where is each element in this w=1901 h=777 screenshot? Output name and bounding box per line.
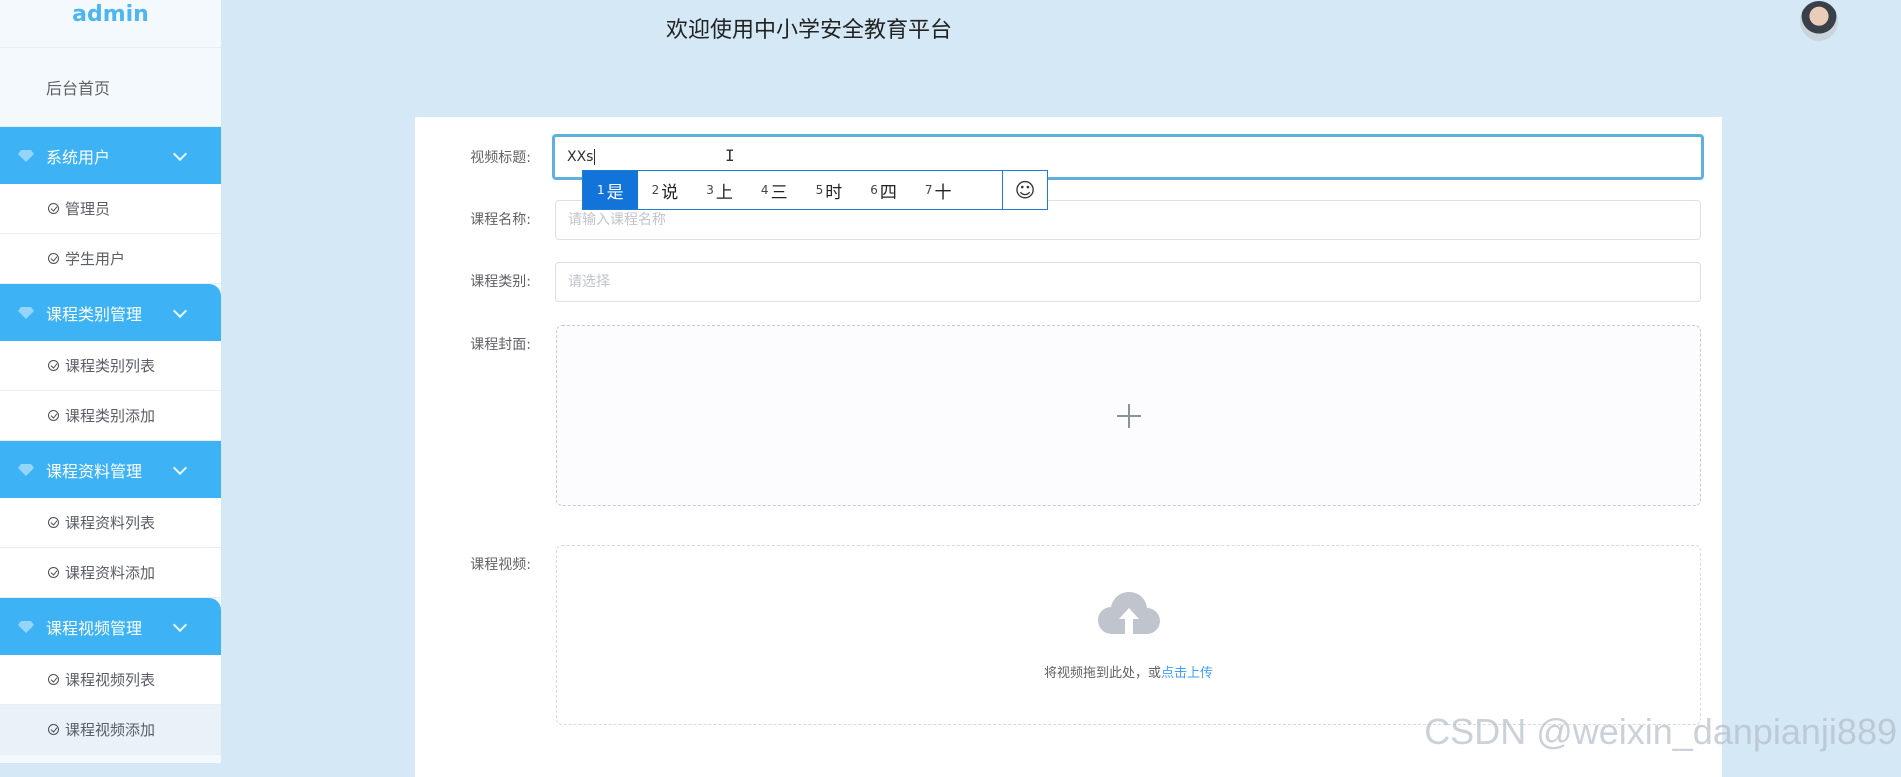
check-circle-icon xyxy=(48,567,59,578)
sidebar-item-label: 课程资料列表 xyxy=(65,514,156,532)
candidate-index: 1 xyxy=(597,183,605,197)
page-title: 欢迎使用中小学安全教育平台 xyxy=(666,18,953,43)
click-upload-link[interactable]: 点击上传 xyxy=(1161,666,1213,681)
check-circle-icon xyxy=(48,517,59,528)
course-name-placeholder: 请输入课程名称 xyxy=(568,212,666,228)
sidebar: admin 后台首页 系统用户 管理员 学生用户 课程类别管理 课程类别列表 课… xyxy=(0,0,221,763)
sidebar-group-label: 课程资料管理 xyxy=(46,461,143,481)
sidebar-item-category-list[interactable]: 课程类别列表 xyxy=(0,341,221,391)
video-title-label: 视频标题: xyxy=(470,150,531,166)
sidebar-group-label: 系统用户 xyxy=(46,147,111,167)
chevron-down-icon xyxy=(172,617,188,632)
ime-candidate[interactable]: 6四 xyxy=(856,171,911,209)
candidate-index: 4 xyxy=(760,183,769,197)
sidebar-item-student-users[interactable]: 学生用户 xyxy=(0,234,221,284)
candidate-text: 四 xyxy=(879,182,897,203)
sidebar-group-label: 课程类别管理 xyxy=(46,304,143,324)
sidebar-item-label: 课程类别列表 xyxy=(65,357,156,375)
chevron-down-icon xyxy=(172,460,188,475)
candidate-index: 2 xyxy=(651,183,660,197)
sidebar-item-label: 课程视频添加 xyxy=(65,721,156,739)
cover-upload-box[interactable] xyxy=(556,325,1701,506)
candidate-index: 5 xyxy=(815,183,824,197)
ime-candidate[interactable]: 1是 xyxy=(583,171,638,209)
sidebar-group-course-material[interactable]: 课程资料管理 xyxy=(0,441,221,498)
candidate-text: 十 xyxy=(934,182,952,203)
gem-icon xyxy=(18,306,34,319)
emoji-icon[interactable]: ☺ xyxy=(1002,171,1047,209)
sidebar-item-home[interactable]: 后台首页 xyxy=(0,48,221,127)
watermark: CSDN @weixin_danpianji889 xyxy=(1424,711,1897,752)
chevron-down-icon xyxy=(172,146,188,161)
ime-candidate[interactable]: 5时 xyxy=(802,171,857,209)
sidebar-item-video-add[interactable]: 课程视频添加 xyxy=(0,705,221,755)
brand-logo: admin xyxy=(0,0,221,48)
course-type-select[interactable]: 请选择 xyxy=(555,262,1701,302)
check-circle-icon xyxy=(48,724,59,735)
check-circle-icon xyxy=(48,253,59,264)
course-video-label: 课程视频: xyxy=(470,557,531,573)
chevron-down-icon xyxy=(172,303,188,318)
sidebar-group-course-category[interactable]: 课程类别管理 xyxy=(0,284,221,341)
check-circle-icon xyxy=(48,674,59,685)
ime-candidate-bar: 1是 2说 3上 4三 5时 6四 7十 ☺ xyxy=(582,170,1048,210)
avatar[interactable] xyxy=(1800,1,1838,41)
plus-icon xyxy=(1116,403,1141,428)
candidate-index: 6 xyxy=(870,183,878,197)
candidate-text: 是 xyxy=(606,182,624,203)
check-circle-icon xyxy=(48,360,59,371)
sidebar-item-label: 学生用户 xyxy=(65,250,126,268)
upload-hint: 将视频拖到此处，或点击上传 xyxy=(557,662,1700,681)
sidebar-item-material-list[interactable]: 课程资料列表 xyxy=(0,498,221,548)
video-title-value: XXs xyxy=(567,149,594,165)
ime-candidate[interactable]: 2说 xyxy=(638,171,693,209)
upload-hint-text: 将视频拖到此处，或 xyxy=(1043,666,1161,681)
course-name-label: 课程名称: xyxy=(470,212,531,228)
sidebar-item-material-add[interactable]: 课程资料添加 xyxy=(0,548,221,598)
sidebar-item-label: 课程资料添加 xyxy=(65,564,156,582)
gem-icon xyxy=(18,463,34,476)
sidebar-item-label: 课程视频列表 xyxy=(65,671,156,689)
candidate-index: 3 xyxy=(706,183,714,197)
candidate-text: 上 xyxy=(715,182,733,203)
course-type-placeholder: 请选择 xyxy=(568,274,610,290)
candidate-text: 三 xyxy=(770,182,788,203)
sidebar-group-course-video[interactable]: 课程视频管理 xyxy=(0,598,221,655)
sidebar-item-label: 管理员 xyxy=(65,200,111,218)
cloud-upload-icon xyxy=(1097,592,1160,634)
course-cover-label: 课程封面: xyxy=(470,337,531,353)
sidebar-item-category-add[interactable]: 课程类别添加 xyxy=(0,391,221,441)
check-circle-icon xyxy=(48,410,59,421)
check-circle-icon xyxy=(48,203,59,214)
gem-icon xyxy=(18,149,34,162)
candidate-text: 说 xyxy=(661,182,679,203)
candidate-text: 时 xyxy=(825,182,843,203)
gem-icon xyxy=(18,620,34,633)
candidate-index: 7 xyxy=(924,183,933,197)
sidebar-item-video-list[interactable]: 课程视频列表 xyxy=(0,655,221,705)
text-cursor-icon: I xyxy=(725,146,735,165)
ime-candidate[interactable]: 4三 xyxy=(747,171,802,209)
video-upload-dropzone[interactable]: 将视频拖到此处，或点击上传 xyxy=(556,545,1701,725)
sidebar-group-label: 课程视频管理 xyxy=(46,618,143,638)
sidebar-item-label: 课程类别添加 xyxy=(65,407,156,425)
sidebar-group-system-users[interactable]: 系统用户 xyxy=(0,127,221,184)
text-caret xyxy=(594,149,596,165)
course-type-label: 课程类别: xyxy=(470,274,531,290)
ime-candidate[interactable]: 7十 xyxy=(911,171,966,209)
sidebar-item-admin[interactable]: 管理员 xyxy=(0,184,221,234)
ime-candidate[interactable]: 3上 xyxy=(692,171,747,209)
